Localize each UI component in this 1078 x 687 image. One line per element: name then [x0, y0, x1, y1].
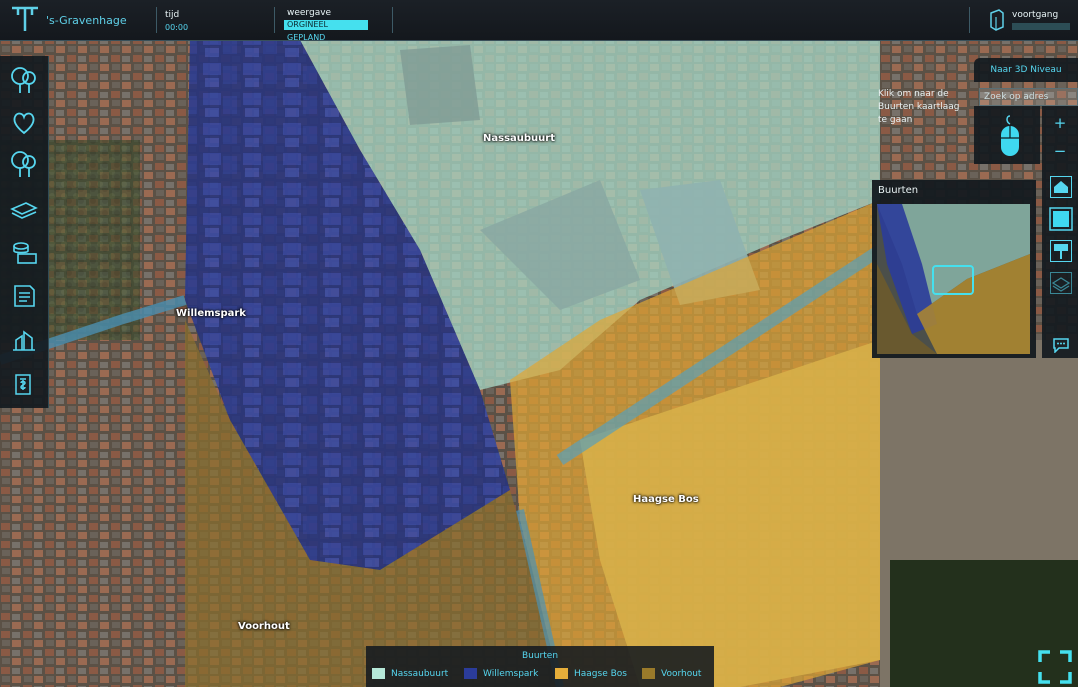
neighborhoods-layer-button[interactable]	[1049, 207, 1073, 231]
city-name: 's-Gravenhage	[46, 14, 127, 27]
zoom-in-button[interactable]: +	[1042, 114, 1078, 132]
legend-swatch	[464, 668, 477, 679]
budget-button[interactable]	[8, 368, 40, 400]
progress-icon	[990, 9, 1004, 31]
wallet-icon	[15, 374, 31, 395]
map-label-haagse-bos: Haagse Bos	[633, 494, 699, 505]
chat-button[interactable]	[1049, 334, 1073, 356]
home-button[interactable]	[1049, 176, 1073, 198]
layers-button[interactable]	[1049, 272, 1073, 294]
legend-label: Voorhout	[661, 668, 702, 679]
minimap[interactable]	[877, 204, 1030, 354]
progress-bar	[1012, 23, 1070, 30]
coins-icon	[13, 242, 37, 264]
chart-icon	[13, 330, 35, 351]
layers-icon	[1050, 272, 1072, 294]
time-label: tijd	[165, 10, 180, 20]
layers-money-icon	[10, 202, 38, 219]
trees-icon	[11, 67, 36, 93]
chat-icon	[1053, 338, 1069, 353]
finance-button[interactable]	[8, 236, 40, 268]
legend-label: Willemspark	[483, 668, 539, 679]
heart-icon	[13, 112, 35, 135]
sign-icon	[1050, 240, 1072, 262]
time-value[interactable]: 00:00	[165, 23, 188, 32]
top-bar: 's-Gravenhage tijd 00:00 weergave ORGINE…	[0, 0, 1078, 42]
help-text: Klik om naar de Buurten kaartlaag te gaa…	[878, 89, 960, 125]
progress-label: voortgang	[1012, 10, 1059, 20]
address-search-input[interactable]: Zoek op adres	[979, 88, 1078, 106]
map-label-voorhout: Voorhout	[238, 621, 290, 632]
legend-swatch	[555, 668, 568, 679]
tygron-logo-icon[interactable]	[10, 5, 40, 33]
trees-icon	[11, 151, 36, 177]
left-toolbar	[0, 56, 49, 408]
zoning-button[interactable]	[8, 194, 40, 226]
sign-button[interactable]	[1049, 240, 1073, 262]
greenery-button[interactable]	[8, 148, 40, 180]
document-icon	[14, 285, 35, 307]
legend-title: Buurten	[521, 651, 559, 661]
documents-button[interactable]	[8, 280, 40, 312]
minimap-title: Buurten	[878, 185, 919, 196]
legend: Buurten Nassaubuurt Willemspark Haagse B…	[366, 646, 714, 687]
zoom-out-button[interactable]: −	[1042, 142, 1078, 160]
view-option-planned[interactable]: GEPLAND	[287, 33, 325, 42]
map-label-willemspark: Willemspark	[176, 308, 246, 319]
trees-button[interactable]	[8, 64, 40, 96]
map-square-icon	[1049, 207, 1073, 231]
fullscreen-icon[interactable]	[1038, 650, 1072, 684]
livability-button[interactable]	[8, 106, 40, 138]
map-label-nassaubuurt: Nassaubuurt	[483, 133, 555, 144]
to-3d-level-button[interactable]: Naar 3D Niveau	[974, 58, 1078, 82]
measures-button[interactable]	[8, 324, 40, 356]
legend-swatch	[642, 668, 655, 679]
legend-item-haagse-bos: Haagse Bos	[555, 668, 627, 679]
legend-swatch	[372, 668, 385, 679]
legend-label: Haagse Bos	[574, 668, 627, 679]
home-icon	[1050, 176, 1072, 198]
mouse-hint-panel	[974, 106, 1040, 164]
mouse-icon	[1001, 115, 1019, 156]
legend-item-nassaubuurt: Nassaubuurt	[372, 668, 448, 679]
legend-item-voorhout: Voorhout	[642, 668, 701, 679]
map-controls: + −	[1042, 106, 1078, 358]
legend-label: Nassaubuurt	[391, 668, 449, 679]
legend-item-willemspark: Willemspark	[464, 668, 538, 679]
view-label: weergave	[287, 8, 332, 18]
neighborhoods-minimap-window: Buurten	[872, 180, 1036, 358]
view-option-original[interactable]: ORGINEEL	[284, 20, 368, 30]
